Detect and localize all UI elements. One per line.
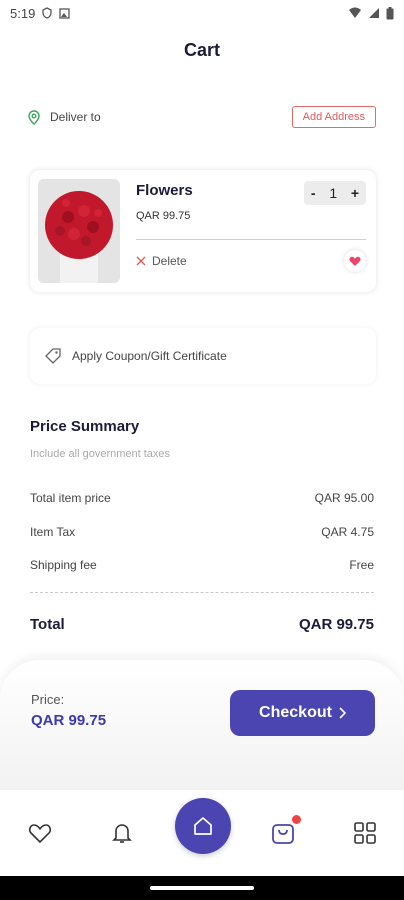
bag-icon	[272, 824, 294, 844]
price-row-value: QAR 4.75	[321, 525, 374, 539]
checkout-price-value: QAR 99.75	[31, 712, 107, 729]
system-gesture-area	[0, 876, 404, 900]
decrement-button[interactable]: -	[311, 185, 316, 201]
location-pin-icon	[28, 109, 40, 125]
summary-divider	[30, 592, 374, 593]
add-address-button[interactable]: Add Address	[291, 106, 376, 128]
delete-button[interactable]: Delete	[136, 254, 187, 268]
price-summary-title: Price Summary	[30, 418, 140, 435]
bell-icon	[112, 824, 132, 843]
price-row-shipping: Shipping fee Free	[30, 556, 374, 574]
status-bar: 5:19	[0, 0, 404, 26]
deliver-to-label: Deliver to	[50, 110, 101, 124]
home-icon	[194, 817, 212, 835]
price-row-label: Shipping fee	[30, 558, 97, 572]
quantity-value: 1	[329, 185, 338, 201]
price-summary-subtitle: Include all government taxes	[30, 448, 171, 460]
total-value: QAR 99.75	[298, 616, 374, 633]
shield-status-icon	[42, 7, 52, 19]
quantity-stepper: - 1 +	[304, 181, 366, 205]
status-time: 5:19	[10, 5, 36, 21]
page-title: Cart	[183, 40, 220, 60]
price-row-total-item: Total item price QAR 95.00	[30, 489, 374, 507]
checkout-label: Checkout	[259, 704, 332, 721]
item-divider	[136, 239, 366, 240]
wifi-icon	[349, 7, 361, 18]
notification-dot	[292, 815, 301, 824]
nav-notifications[interactable]	[107, 818, 137, 848]
coupon-label: Apply Coupon/Gift Certificate	[72, 349, 227, 363]
product-price: QAR 99.75	[136, 210, 191, 222]
product-image[interactable]	[38, 179, 120, 283]
nav-home[interactable]	[175, 798, 231, 854]
checkout-button[interactable]: Checkout	[230, 690, 375, 736]
checkout-panel: Price: QAR 99.75 Checkout	[0, 660, 404, 790]
total-label: Total	[30, 616, 65, 633]
heart-filled-icon	[349, 256, 361, 266]
price-row-value: QAR 95.00	[314, 491, 374, 505]
nav-favorites[interactable]	[25, 818, 55, 848]
image-status-icon	[59, 7, 70, 19]
chevron-right-icon	[339, 707, 346, 719]
battery-icon	[386, 6, 394, 19]
price-row-label: Item Tax	[30, 525, 76, 539]
increment-button[interactable]: +	[351, 185, 359, 201]
flower-bouquet-image	[38, 179, 120, 283]
deliver-row: Deliver to Add Address	[28, 104, 376, 130]
nav-cart[interactable]	[268, 815, 301, 848]
favorite-button[interactable]	[344, 250, 366, 272]
close-icon	[136, 256, 146, 266]
grid-icon	[354, 822, 376, 844]
bottom-nav	[0, 790, 404, 876]
gesture-handle[interactable]	[150, 886, 254, 890]
cart-item-card: Flowers QAR 99.75 - 1 + Delete	[30, 170, 376, 292]
price-row-value: Free	[349, 558, 374, 572]
checkout-price-label: Price:	[31, 692, 65, 707]
coupon-button[interactable]: Apply Coupon/Gift Certificate	[30, 328, 376, 384]
price-row-label: Total item price	[30, 491, 111, 505]
nav-categories[interactable]	[350, 818, 380, 848]
total-row: Total QAR 99.75	[30, 616, 374, 633]
product-name[interactable]: Flowers	[136, 182, 193, 199]
price-row-item-tax: Item Tax QAR 4.75	[30, 523, 374, 541]
tag-icon	[45, 348, 61, 364]
delete-label: Delete	[152, 254, 187, 268]
heart-icon	[28, 824, 52, 844]
cell-signal-icon	[369, 8, 379, 18]
